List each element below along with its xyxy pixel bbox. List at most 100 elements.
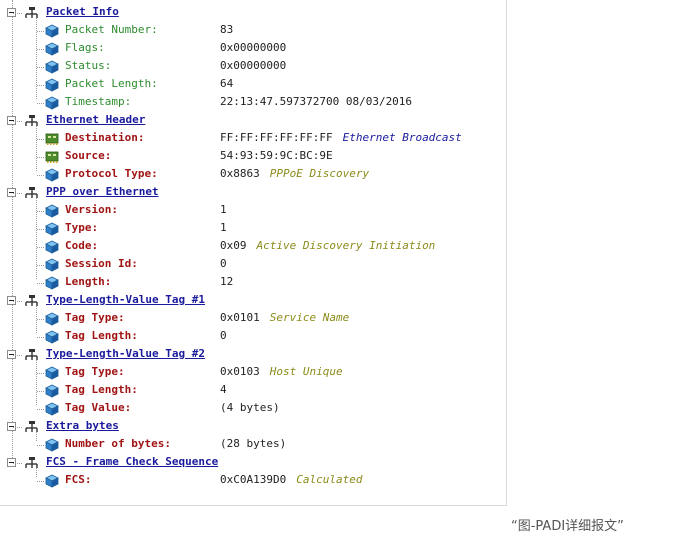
cube-icon	[45, 384, 59, 398]
tree-connector	[37, 373, 44, 374]
field-description: Ethernet Broadcast	[342, 131, 462, 144]
tree-connector	[37, 409, 44, 410]
tree-connector	[13, 193, 22, 194]
group-label[interactable]: Extra bytes	[46, 419, 119, 432]
group-label[interactable]: Packet Info	[46, 5, 119, 18]
group-row[interactable]: Ethernet Header	[0, 112, 507, 130]
field-row[interactable]: Packet Length: 64	[0, 76, 507, 94]
field-value-text: 0x0101	[220, 311, 260, 324]
tree-connector	[37, 175, 44, 176]
tree-connector	[37, 157, 44, 158]
group-label[interactable]: FCS - Frame Check Sequence	[46, 455, 218, 468]
tree-connector	[37, 103, 44, 104]
field-label: Type:	[65, 221, 99, 234]
field-row[interactable]: Flags: 0x00000000	[0, 40, 507, 58]
field-row[interactable]: Tag Type: 0x0103 Host Unique	[0, 364, 507, 382]
field-label: Packet Number:	[65, 23, 158, 36]
tree-connector	[37, 445, 44, 446]
field-row[interactable]: Packet Number: 83	[0, 22, 507, 40]
cube-icon	[45, 96, 59, 110]
group-label[interactable]: Type-Length-Value Tag #2	[46, 347, 205, 360]
field-row[interactable]: Number of bytes: (28 bytes)	[0, 436, 507, 454]
field-row[interactable]: Source: 54:93:59:9C:BC:9E	[0, 148, 507, 166]
field-label: Tag Length:	[65, 383, 138, 396]
cube-icon	[45, 60, 59, 74]
cube-icon	[45, 222, 59, 236]
field-value-text: 54:93:59:9C:BC:9E	[220, 149, 333, 162]
field-value-text: 12	[220, 275, 234, 288]
network-card-icon	[45, 132, 59, 146]
field-value-text: 0x00000000	[220, 59, 287, 72]
field-value: 0x09 Active Discovery Initiation	[220, 239, 435, 252]
tree-connector	[37, 391, 44, 392]
field-row[interactable]: Protocol Type: 0x8863 PPPoE Discovery	[0, 166, 507, 184]
field-row[interactable]: Tag Value: (4 bytes)	[0, 400, 507, 418]
field-row[interactable]: Type: 1	[0, 220, 507, 238]
group-row[interactable]: PPP over Ethernet	[0, 184, 507, 202]
network-card-icon	[45, 150, 59, 164]
field-value: 1	[220, 221, 227, 234]
tree-connector	[13, 355, 22, 356]
field-row[interactable]: Tag Type: 0x0101 Service Name	[0, 310, 507, 328]
cube-icon	[45, 312, 59, 326]
field-value-text: (28 bytes)	[220, 437, 287, 450]
field-label: Timestamp:	[65, 95, 132, 108]
field-value: 83	[220, 23, 233, 36]
field-label: Protocol Type:	[65, 167, 158, 180]
field-row[interactable]: Tag Length: 4	[0, 382, 507, 400]
cube-icon	[45, 78, 59, 92]
cube-icon	[45, 402, 59, 416]
field-label: Source:	[65, 149, 112, 162]
field-description: Calculated	[296, 473, 363, 486]
cube-icon	[45, 474, 59, 488]
field-row[interactable]: Status: 0x00000000	[0, 58, 507, 76]
field-value-text: 0xC0A139D0	[220, 473, 287, 486]
group-label[interactable]: Ethernet Header	[46, 113, 145, 126]
cube-icon	[45, 330, 59, 344]
field-value: 12	[220, 275, 233, 288]
field-description: Active Discovery Initiation	[256, 239, 436, 252]
group-row[interactable]: Type-Length-Value Tag #2	[0, 346, 507, 364]
field-value: 0x0101 Service Name	[220, 311, 349, 324]
cube-icon	[45, 276, 59, 290]
group-label[interactable]: Type-Length-Value Tag #1	[46, 293, 205, 306]
field-row[interactable]: FCS: 0xC0A139D0 Calculated	[0, 472, 507, 490]
field-value: 0x0103 Host Unique	[220, 365, 343, 378]
cube-icon	[45, 438, 59, 452]
field-value-text: 1	[220, 221, 227, 234]
field-value: 4	[220, 383, 227, 396]
field-row[interactable]: Tag Length: 0	[0, 328, 507, 346]
field-label: Tag Value:	[65, 401, 132, 414]
field-row[interactable]: Length: 12	[0, 274, 507, 292]
group-label[interactable]: PPP over Ethernet	[46, 185, 159, 198]
field-value: FF:FF:FF:FF:FF:FF Ethernet Broadcast	[220, 131, 462, 144]
tree-connector	[37, 283, 44, 284]
field-value: 0xC0A139D0 Calculated	[220, 473, 362, 486]
field-label: Tag Type:	[65, 311, 125, 324]
field-description: Service Name	[269, 311, 350, 324]
tree-connector	[37, 139, 44, 140]
group-row[interactable]: Type-Length-Value Tag #1	[0, 292, 507, 310]
tree-connector	[13, 121, 22, 122]
field-value-text: 0	[220, 329, 227, 342]
group-row[interactable]: Packet Info	[0, 4, 507, 22]
field-row[interactable]: Timestamp: 22:13:47.597372700 08/03/2016	[0, 94, 507, 112]
packet-decode-panel: Packet Info Packet Number: 83 Flags: 0x00000…	[0, 0, 507, 506]
field-label: Status:	[65, 59, 112, 72]
field-value: 54:93:59:9C:BC:9E	[220, 149, 333, 162]
field-row[interactable]: Code: 0x09 Active Discovery Initiation	[0, 238, 507, 256]
field-value-text: 0	[220, 257, 227, 270]
field-row[interactable]: Version: 1	[0, 202, 507, 220]
field-value-text: 4	[220, 383, 227, 396]
field-label: Packet Length:	[65, 77, 158, 90]
field-label: Flags:	[65, 41, 105, 54]
field-row[interactable]: Destination: FF:FF:FF:FF:FF:FF Ethernet Br…	[0, 130, 507, 148]
field-value-text: 83	[220, 23, 234, 36]
field-label: Tag Length:	[65, 329, 138, 342]
field-row[interactable]: Session Id: 0	[0, 256, 507, 274]
cube-icon	[45, 42, 59, 56]
tree-connector	[13, 427, 22, 428]
field-value: (28 bytes)	[220, 437, 286, 450]
group-row[interactable]: FCS - Frame Check Sequence	[0, 454, 507, 472]
group-row[interactable]: Extra bytes	[0, 418, 507, 436]
